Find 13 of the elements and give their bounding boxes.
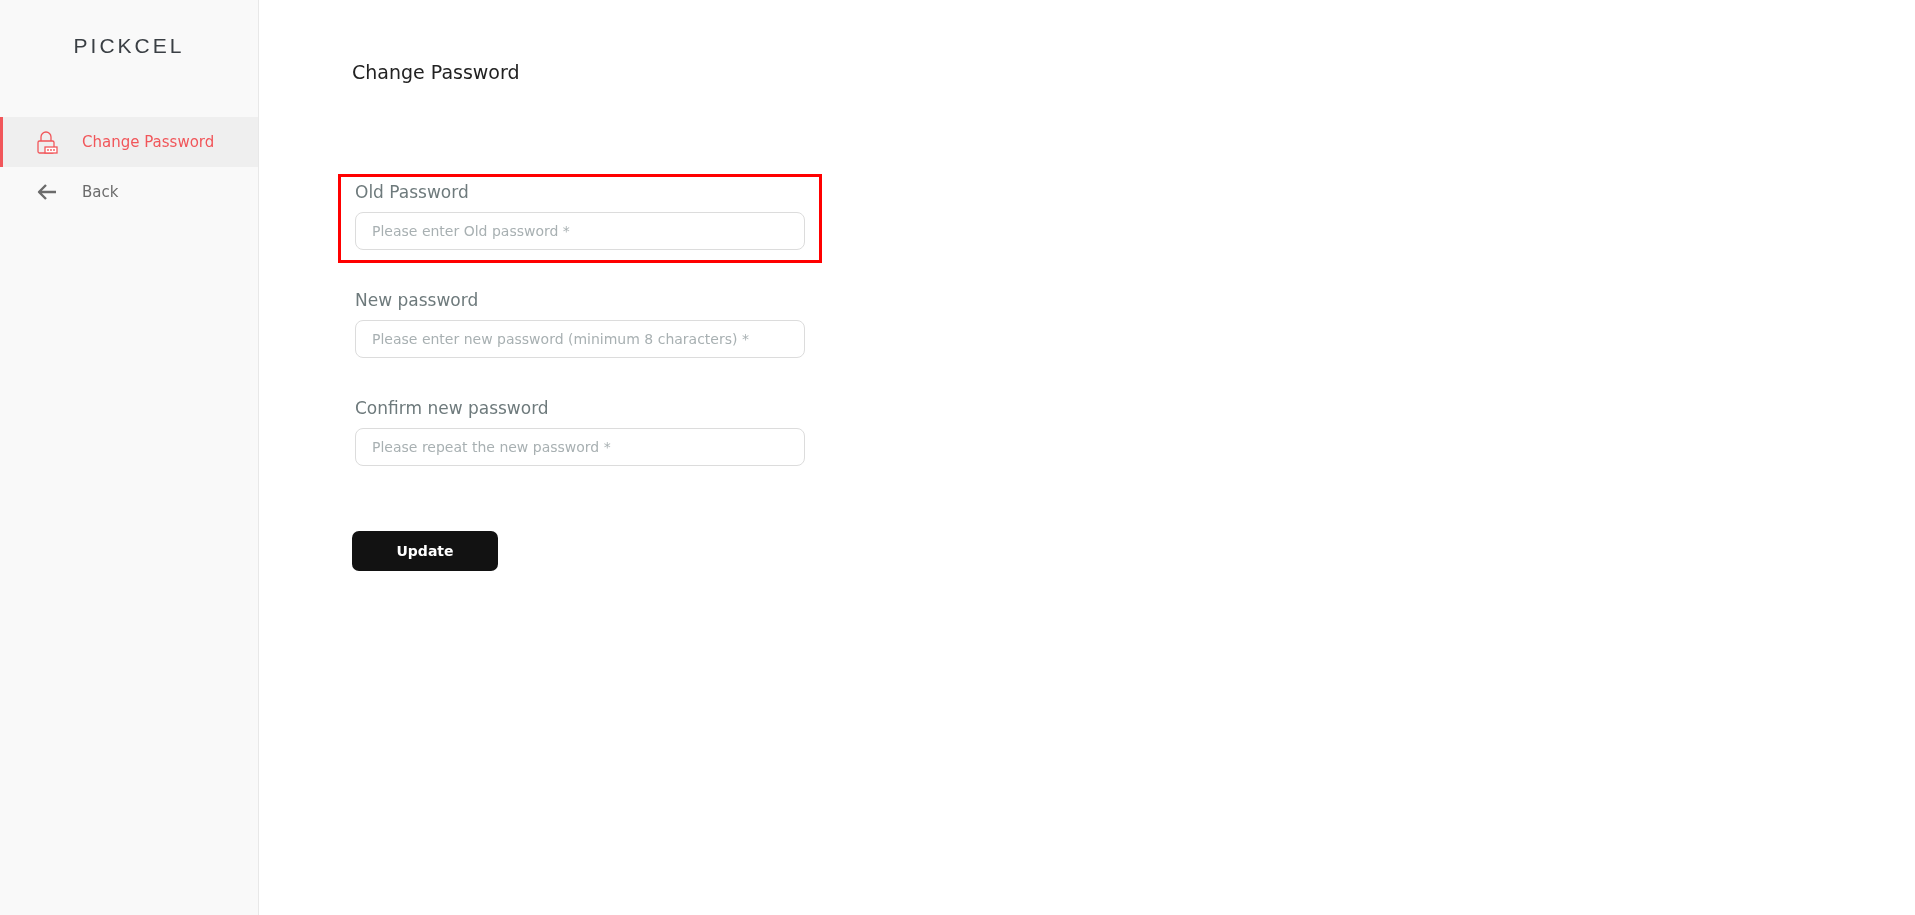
page-title: Change Password xyxy=(352,61,521,85)
logo: PICKCEL xyxy=(73,34,185,59)
field-label: Old Password xyxy=(355,182,470,202)
sidebar-item[interactable]: Change Password xyxy=(0,117,258,167)
update-button[interactable]: Update xyxy=(352,531,498,571)
password-field[interactable]: Please repeat the new password * xyxy=(355,428,805,466)
back-arrow-icon xyxy=(36,183,58,201)
lock-icon xyxy=(36,130,58,154)
password-field[interactable]: Please enter new password (minimum 8 characters) * xyxy=(355,320,805,358)
field-label: New password xyxy=(355,290,480,310)
sidebar-item[interactable]: Back xyxy=(0,167,258,217)
password-field[interactable]: Please enter Old password * xyxy=(355,212,805,250)
field-label: Confirm new password xyxy=(355,398,550,418)
